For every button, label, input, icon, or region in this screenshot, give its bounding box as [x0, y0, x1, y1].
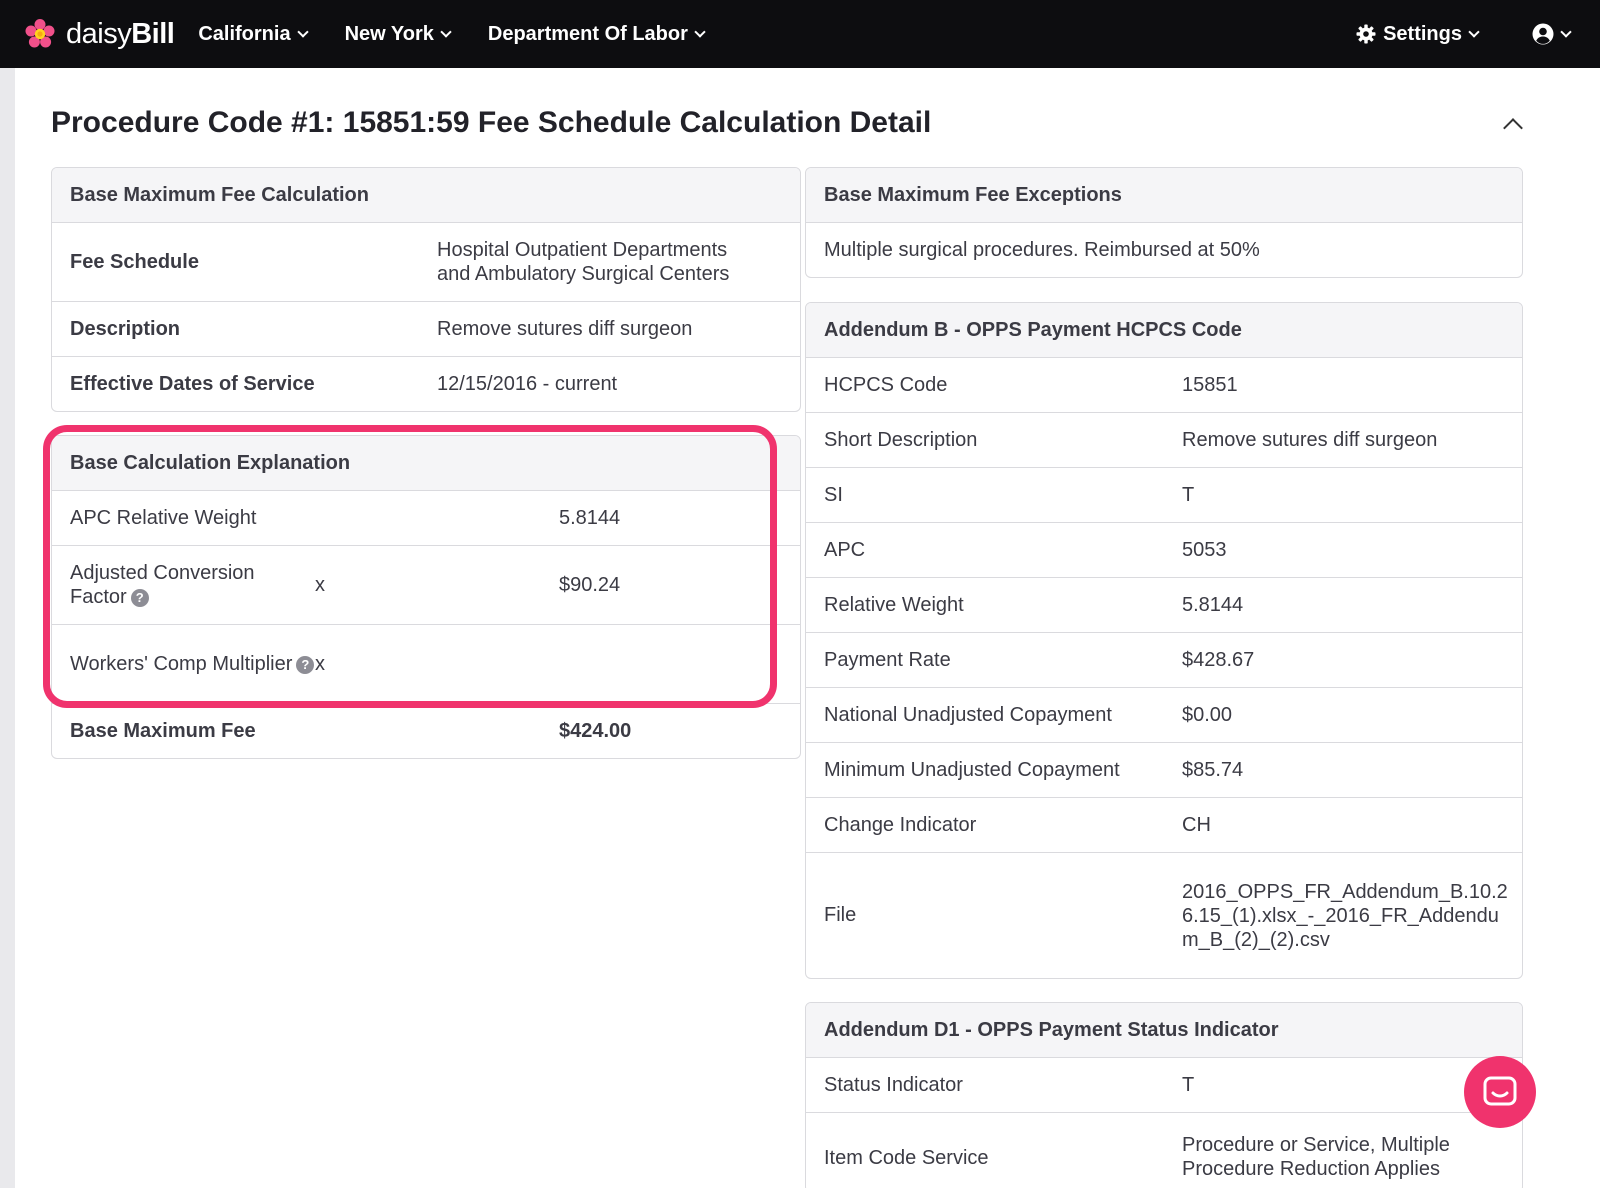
row-value: $85.74	[1182, 759, 1244, 781]
chat-launcher-button[interactable]	[1464, 1056, 1536, 1128]
row-value: Remove sutures diff surgeon	[1182, 429, 1438, 451]
table-row: SI T	[806, 468, 1522, 523]
row-label: Item Code Service	[824, 1147, 989, 1169]
row-label: National Unadjusted Copayment	[824, 703, 1112, 726]
table-row: Payment Rate $428.67	[806, 633, 1522, 688]
row-value: Remove sutures diff surgeon	[437, 318, 693, 340]
chat-icon	[1483, 1076, 1517, 1106]
row-value: CH	[1182, 814, 1211, 836]
row-value: 12/15/2016 - current	[437, 373, 618, 395]
base-fee-exceptions-card: Base Maximum Fee Exceptions Multiple sur…	[805, 167, 1523, 278]
exception-text: Multiple surgical procedures. Reimbursed…	[824, 239, 1260, 261]
page-title: Procedure Code #1: 15851:59 Fee Schedule…	[51, 106, 932, 139]
addendum-b-card: Addendum B - OPPS Payment HCPCS Code HCP…	[805, 302, 1523, 979]
brand-name: daisyBill	[66, 17, 175, 50]
row-label: Relative Weight	[824, 593, 964, 616]
row-label: Status Indicator	[824, 1073, 963, 1096]
table-row: Item Code Service Procedure or Service, M…	[806, 1113, 1522, 1188]
card-header: Base Calculation Explanation	[52, 436, 800, 491]
table-row: Effective Dates of Service 12/15/2016 - …	[52, 357, 800, 411]
daisy-logo-icon	[25, 19, 55, 48]
total-label: Base Maximum Fee	[70, 720, 256, 742]
row-value: T	[1182, 1074, 1195, 1096]
row-label: Effective Dates of Service	[70, 372, 315, 395]
card-header: Base Maximum Fee Exceptions	[806, 168, 1522, 223]
chevron-down-icon	[694, 25, 706, 38]
card-header: Base Maximum Fee Calculation	[52, 168, 800, 223]
row-label: SI	[824, 483, 843, 506]
card-header: Addendum D1 - OPPS Payment Status Indica…	[806, 1003, 1522, 1058]
gear-icon	[1356, 24, 1376, 44]
content-panel: Procedure Code #1: 15851:59 Fee Schedule…	[15, 68, 1600, 1188]
table-row: Relative Weight 5.8144	[806, 578, 1522, 633]
row-label: Short Description	[824, 428, 978, 451]
total-value: $424.00	[559, 720, 632, 742]
addendum-d1-card: Addendum D1 - OPPS Payment Status Indica…	[805, 1002, 1523, 1188]
row-value: T	[1182, 484, 1195, 506]
row-value: Hospital Outpatient Departments and Ambu…	[437, 239, 730, 285]
table-row: Status Indicator T	[806, 1058, 1522, 1113]
chevron-down-icon	[440, 25, 452, 38]
row-value: $90.24	[559, 574, 621, 596]
nav-user-menu[interactable]	[1532, 23, 1572, 45]
base-fee-calculation-card: Base Maximum Fee Calculation Fee Schedul…	[51, 167, 801, 412]
row-label: HCPCS Code	[824, 373, 948, 396]
table-row: Change Indicator CH	[806, 798, 1522, 853]
card-header: Addendum B - OPPS Payment HCPCS Code	[806, 303, 1522, 358]
nav-menu: California New York Department Of Labor	[198, 23, 742, 46]
table-row: Description Remove sutures diff surgeon	[52, 302, 800, 357]
row-label: APC Relative Weight	[70, 507, 257, 529]
row-label: Workers' Comp Multiplier?	[70, 652, 315, 676]
row-label: File	[824, 904, 857, 926]
row-label: Change Indicator	[824, 813, 977, 836]
row-value: 5.8144	[1182, 594, 1244, 616]
collapse-section-button[interactable]	[1500, 112, 1526, 138]
row-label: Adjusted Conversion Factor?	[70, 562, 255, 608]
nav-settings[interactable]: Settings	[1356, 23, 1480, 46]
table-row: APC Relative Weight 5.8144	[52, 491, 800, 546]
table-row: Short Description Remove sutures diff sur…	[806, 413, 1522, 468]
table-row: Minimum Unadjusted Copayment $85.74	[806, 743, 1522, 798]
table-row: National Unadjusted Copayment $0.00	[806, 688, 1522, 743]
chevron-down-icon	[1468, 25, 1480, 38]
row-label: Description	[70, 317, 181, 340]
table-row: File 2016_OPPS_FR_Addendum_B.10.26.15_(1)…	[806, 853, 1522, 978]
top-navbar: daisyBill California New York Department…	[0, 0, 1600, 68]
row-label: Payment Rate	[824, 648, 951, 671]
row-value: 5053	[1182, 539, 1227, 561]
nav-california[interactable]: California	[198, 23, 309, 46]
user-circle-icon	[1532, 23, 1554, 45]
total-row: Base Maximum Fee $424.00	[52, 704, 800, 758]
question-circle-icon[interactable]: ?	[296, 656, 315, 674]
table-row: Adjusted Conversion Factor? x $90.24	[52, 546, 800, 625]
row-value: 5.8144	[559, 507, 621, 529]
row-operator: x	[315, 652, 325, 675]
row-value: Procedure or Service, Multiple Procedure…	[1182, 1134, 1450, 1180]
row-label: APC	[824, 538, 866, 561]
exception-row: Multiple surgical procedures. Reimbursed…	[806, 223, 1522, 277]
table-row: Workers' Comp Multiplier? x	[52, 625, 800, 704]
row-value: $428.67	[1182, 649, 1255, 671]
row-value: $0.00	[1182, 704, 1233, 726]
row-value: 2016_OPPS_FR_Addendum_B.10.26.15_(1).xls…	[1182, 880, 1508, 951]
row-operator: x	[315, 573, 325, 596]
table-row: Fee Schedule Hospital Outpatient Departm…	[52, 223, 800, 302]
nav-right: Settings	[1302, 0, 1572, 68]
brand-logo-link[interactable]: daisyBill	[24, 17, 175, 51]
row-label: Fee Schedule	[70, 250, 199, 273]
base-calculation-explanation-card: Base Calculation Explanation APC Relativ…	[51, 435, 801, 759]
row-label: Minimum Unadjusted Copayment	[824, 758, 1120, 781]
table-row: HCPCS Code 15851	[806, 358, 1522, 413]
nav-department-of-labor[interactable]: Department Of Labor	[488, 23, 706, 46]
row-value: 15851	[1182, 374, 1238, 396]
table-row: APC 5053	[806, 523, 1522, 578]
nav-new-york[interactable]: New York	[345, 23, 452, 46]
question-circle-icon[interactable]: ?	[130, 589, 149, 607]
chevron-down-icon	[296, 25, 309, 38]
chevron-down-icon	[1560, 25, 1572, 38]
